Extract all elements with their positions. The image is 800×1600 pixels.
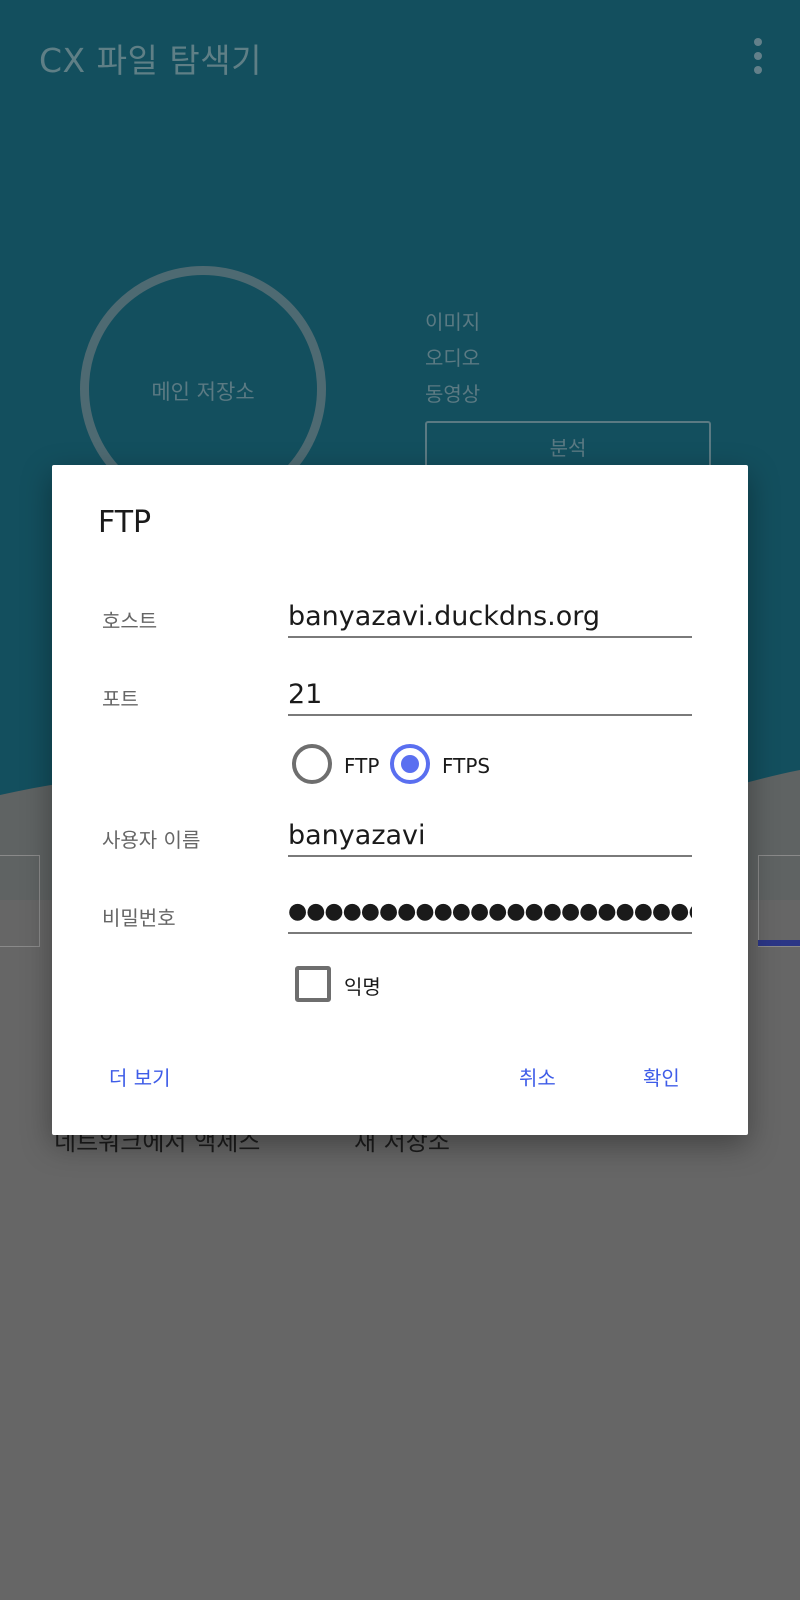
legend-images: 이미지 bbox=[425, 310, 481, 334]
ftps-radio[interactable] bbox=[390, 744, 430, 784]
ftp-dialog: FTP 호스트 포트 FTP FTPS 사용자 이름 비밀번호 ●●●●●●●●… bbox=[52, 465, 748, 1135]
port-input[interactable] bbox=[288, 674, 692, 716]
background-tab-indicator bbox=[758, 940, 800, 946]
background-card bbox=[0, 855, 40, 947]
app-title: CX 파일 탐색기 bbox=[39, 41, 262, 80]
background-card bbox=[758, 855, 800, 947]
ftp-radio-label: FTP bbox=[344, 754, 380, 778]
ftp-radio[interactable] bbox=[292, 744, 332, 784]
password-input[interactable]: ●●●●●●●●●●●●●●●●●●●●●●●●●●●●●●●●●●●●●● bbox=[288, 892, 692, 934]
anonymous-checkbox[interactable] bbox=[295, 966, 331, 1002]
more-options-icon[interactable] bbox=[752, 38, 762, 74]
cancel-button[interactable]: 취소 bbox=[519, 1062, 556, 1091]
username-input[interactable] bbox=[288, 815, 692, 857]
legend-audio: 오디오 bbox=[425, 346, 481, 370]
ok-button[interactable]: 확인 bbox=[643, 1062, 680, 1091]
host-label: 호스트 bbox=[102, 609, 158, 633]
more-button[interactable]: 더 보기 bbox=[109, 1062, 171, 1091]
storage-label: 메인 저장소 bbox=[151, 380, 255, 404]
dialog-title: FTP bbox=[98, 505, 152, 540]
password-label: 비밀번호 bbox=[102, 906, 176, 930]
anonymous-label: 익명 bbox=[344, 975, 381, 999]
port-label: 포트 bbox=[102, 687, 139, 711]
ftps-radio-label: FTPS bbox=[442, 754, 491, 778]
legend-video: 동영상 bbox=[425, 382, 481, 406]
host-input[interactable] bbox=[288, 596, 692, 638]
username-label: 사용자 이름 bbox=[102, 828, 201, 852]
